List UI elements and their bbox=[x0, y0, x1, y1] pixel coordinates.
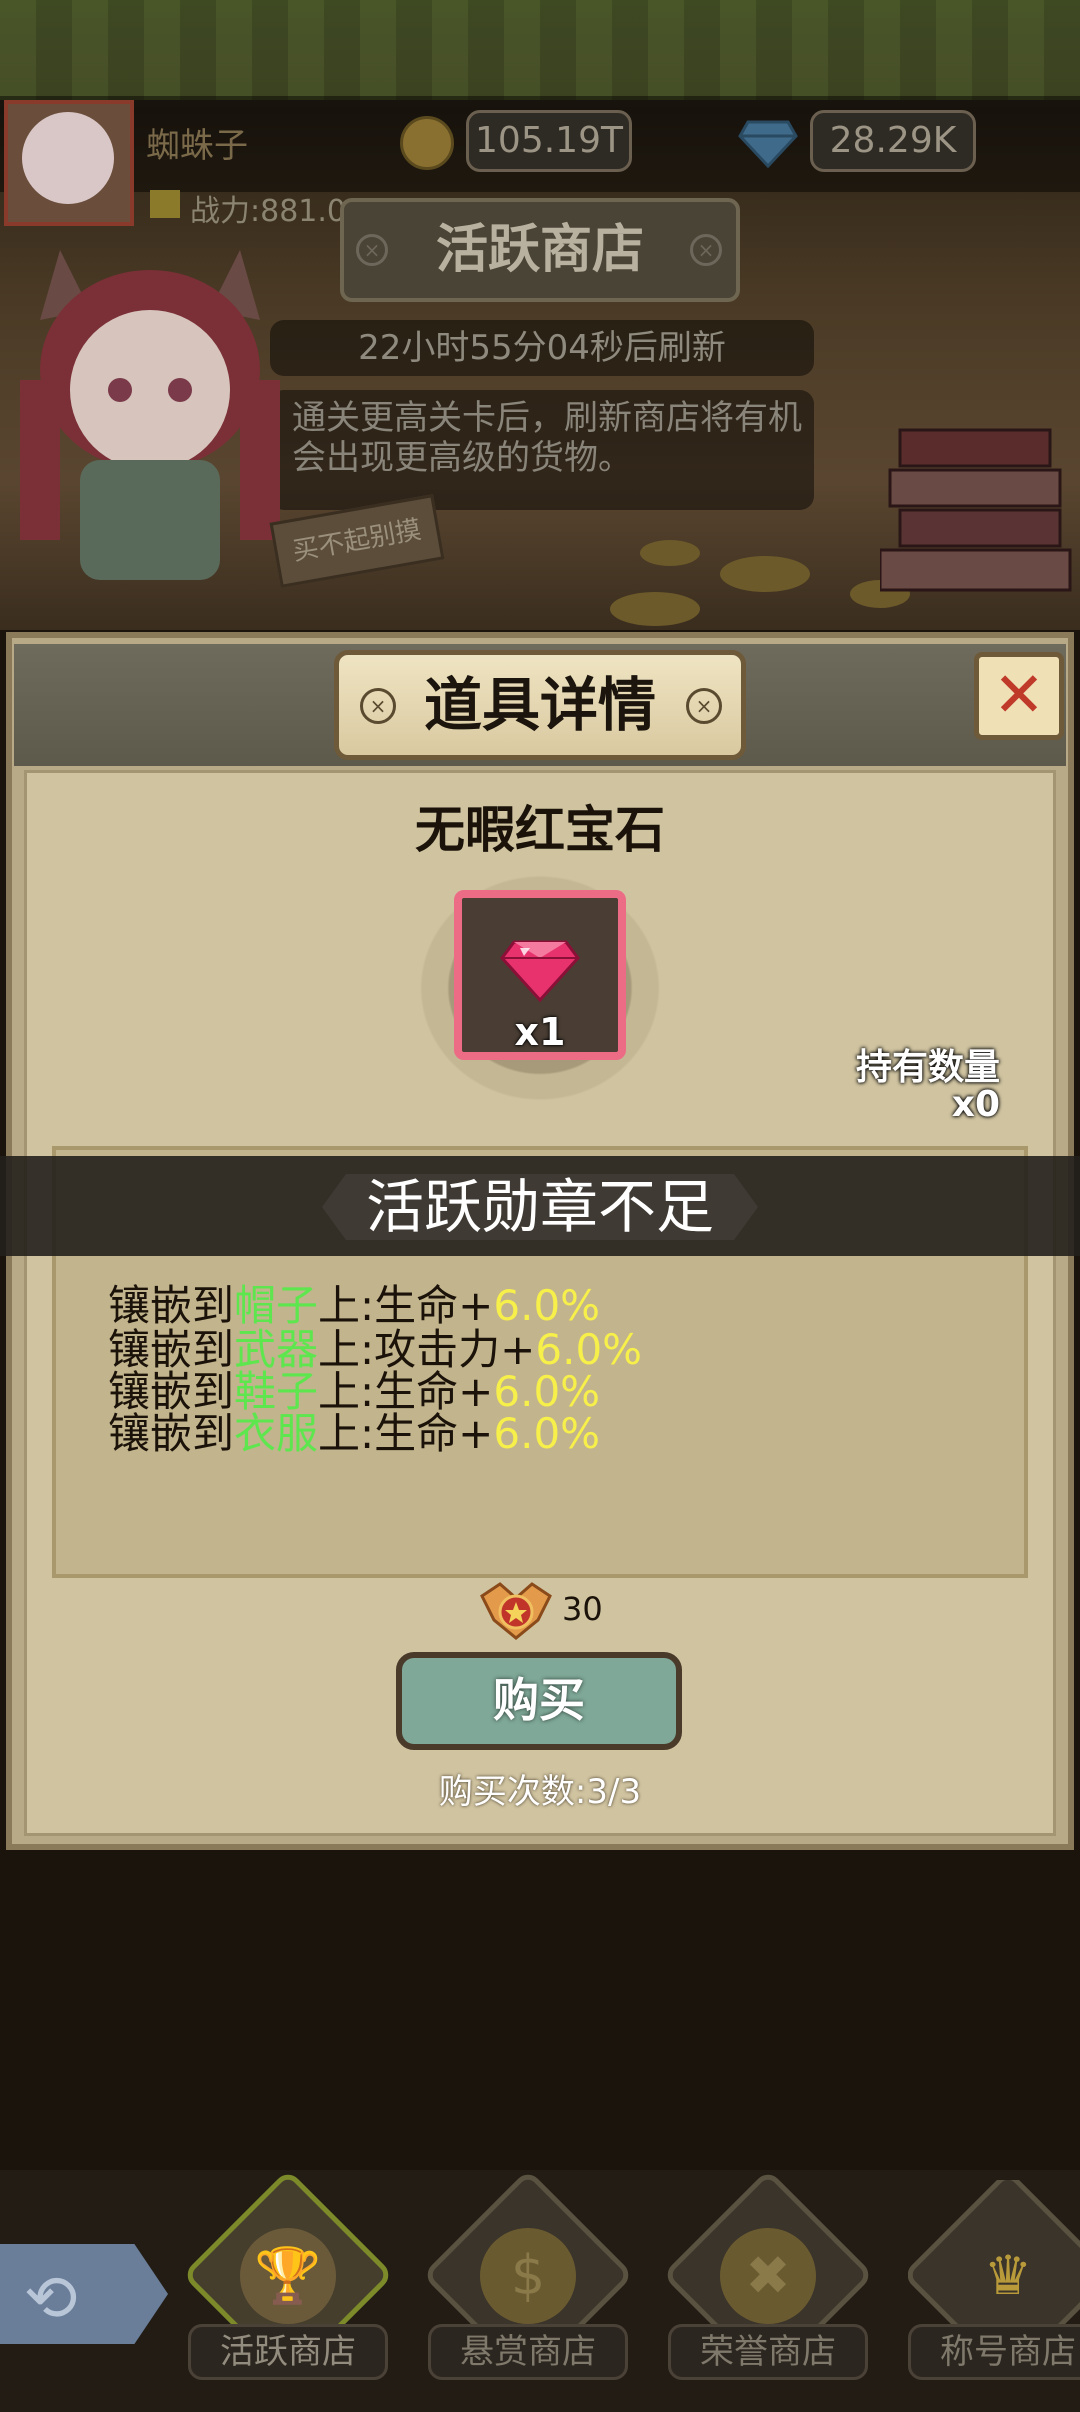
diamond-icon bbox=[738, 120, 798, 169]
effect-line: 镶嵌到衣服上:生命+6.0% bbox=[108, 1409, 601, 1458]
ruby-gem-icon bbox=[500, 940, 580, 1003]
coin-decoration bbox=[610, 592, 700, 626]
tab-label: 荣誉商店 bbox=[668, 2324, 868, 2380]
bounty-coin-icon: $ bbox=[480, 2228, 576, 2324]
tab-label: 称号商店 bbox=[908, 2324, 1080, 2380]
crown-icon: ♛ bbox=[983, 2244, 1033, 2307]
owned-label: 持有数量 bbox=[855, 1047, 1000, 1088]
close-button[interactable]: ✕ bbox=[974, 652, 1064, 740]
coin-decoration bbox=[640, 540, 700, 566]
gold-coin-icon bbox=[400, 116, 454, 170]
shop-title: 活跃商店 bbox=[435, 220, 644, 280]
banner-ornament-icon: × bbox=[356, 234, 388, 266]
banner-ornament-icon: × bbox=[690, 234, 722, 266]
tab-honor-shop[interactable]: ✖ 荣誉商店 bbox=[661, 2168, 875, 2382]
tab-label: 悬赏商店 bbox=[428, 2324, 628, 2380]
honor-medal-icon: ✖ bbox=[720, 2228, 816, 2324]
power-icon bbox=[150, 190, 180, 218]
effect-line: 镶嵌到武器上:攻击力+6.0% bbox=[108, 1325, 643, 1374]
effect-line: 镶嵌到帽子上:生命+6.0% bbox=[108, 1281, 601, 1330]
item-cost: 30 bbox=[562, 1590, 603, 1628]
trophy-icon: 🏆 bbox=[240, 2228, 336, 2324]
owned-count: x0 bbox=[951, 1084, 1000, 1125]
banner-ornament-icon: × bbox=[360, 688, 396, 724]
shop-title-banner: 活跃商店 bbox=[340, 198, 740, 302]
refresh-timer: 22小时55分04秒后刷新 bbox=[270, 320, 814, 376]
avatar-face-icon bbox=[22, 112, 114, 204]
back-arrow-icon: ⟲ bbox=[24, 2262, 78, 2336]
decorative-strip bbox=[0, 0, 1080, 100]
item-quantity: x1 bbox=[514, 1010, 566, 1054]
purchase-count: 购买次数:3/3 bbox=[438, 1772, 642, 1812]
activity-medal-icon bbox=[480, 1582, 552, 1640]
tab-bounty-shop[interactable]: $ 悬赏商店 bbox=[421, 2168, 635, 2382]
gold-amount[interactable]: 105.19T bbox=[466, 110, 632, 172]
tab-label: 活跃商店 bbox=[188, 2324, 388, 2380]
books-decoration bbox=[880, 428, 1072, 592]
coin-decoration bbox=[720, 556, 810, 592]
tab-activity-shop[interactable]: 🏆 活跃商店 bbox=[181, 2168, 395, 2382]
banner-ornament-icon: × bbox=[686, 688, 722, 724]
effect-line: 镶嵌到鞋子上:生命+6.0% bbox=[108, 1367, 601, 1416]
tab-title-shop[interactable]: ♛ 称号商店 bbox=[908, 2180, 1080, 2380]
dialog-title: 道具详情 bbox=[423, 671, 656, 739]
toast-message: 活跃勋章不足 bbox=[365, 1173, 714, 1241]
diamond-amount[interactable]: 28.29K bbox=[810, 110, 976, 172]
buy-button[interactable]: 购买 bbox=[396, 1652, 682, 1750]
player-name: 蜘蛛子 bbox=[146, 126, 248, 166]
shopkeeper-character bbox=[20, 250, 280, 580]
shop-notice: 通关更高关卡后，刷新商店将有机会出现更高级的货物。 bbox=[292, 398, 802, 478]
